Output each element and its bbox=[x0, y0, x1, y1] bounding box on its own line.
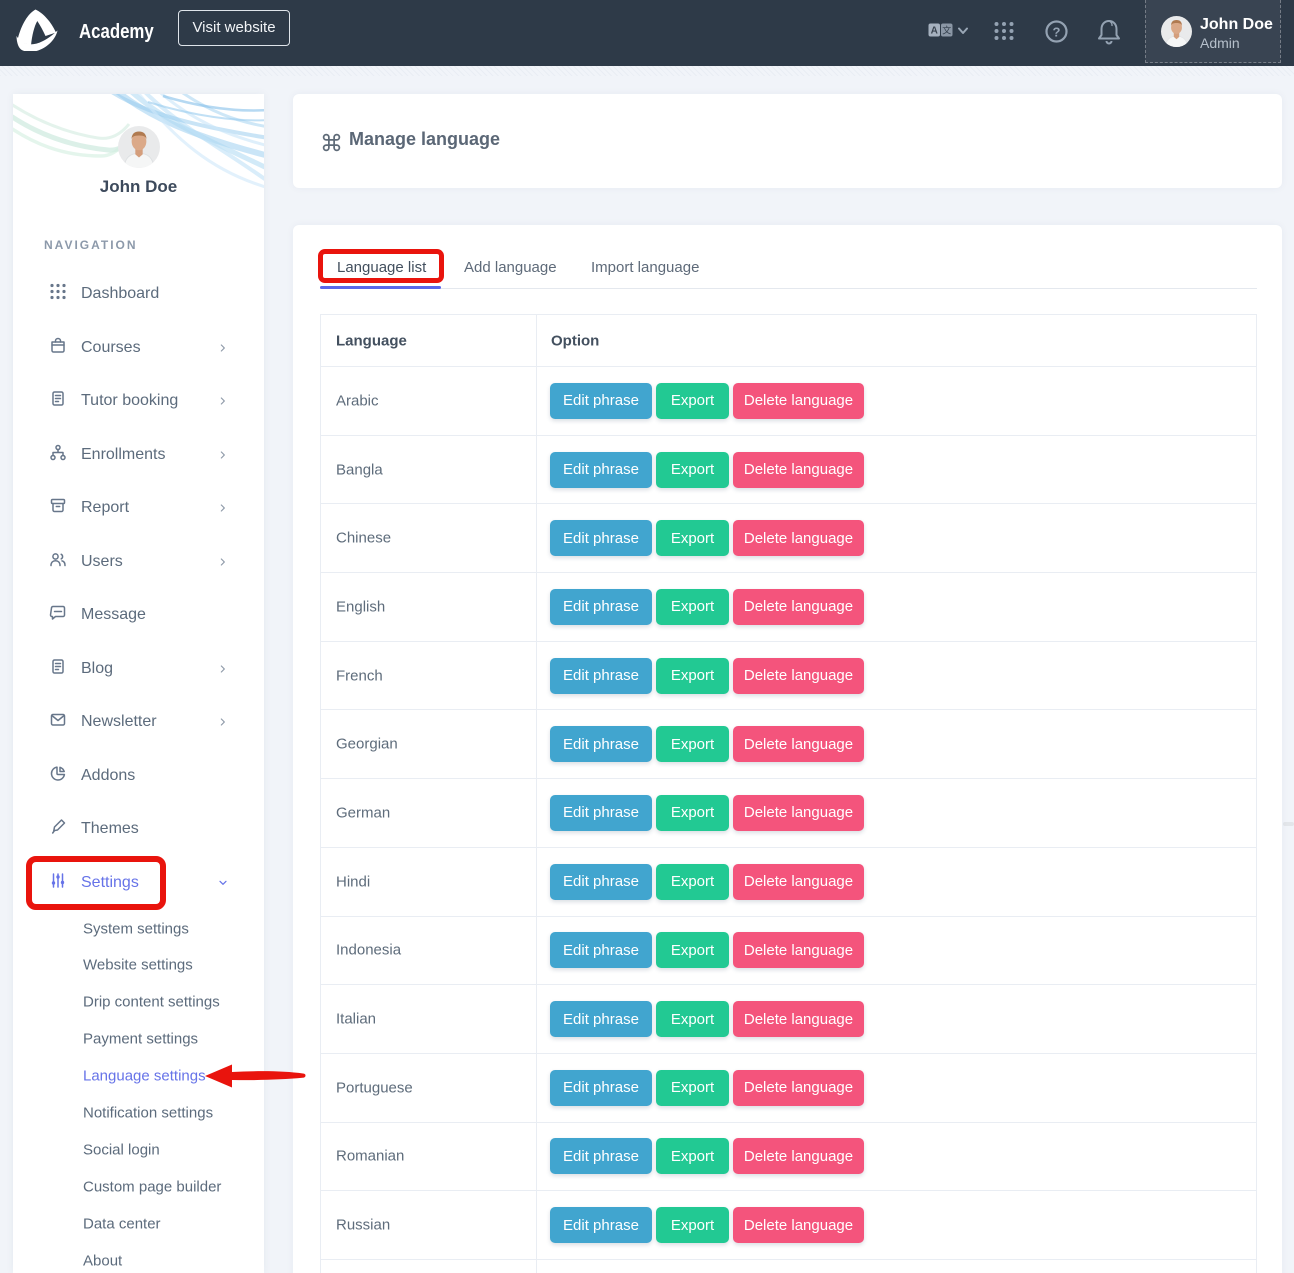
svg-text:A: A bbox=[931, 26, 938, 37]
svg-text:文: 文 bbox=[942, 25, 951, 36]
svg-text:?: ? bbox=[1053, 25, 1061, 40]
